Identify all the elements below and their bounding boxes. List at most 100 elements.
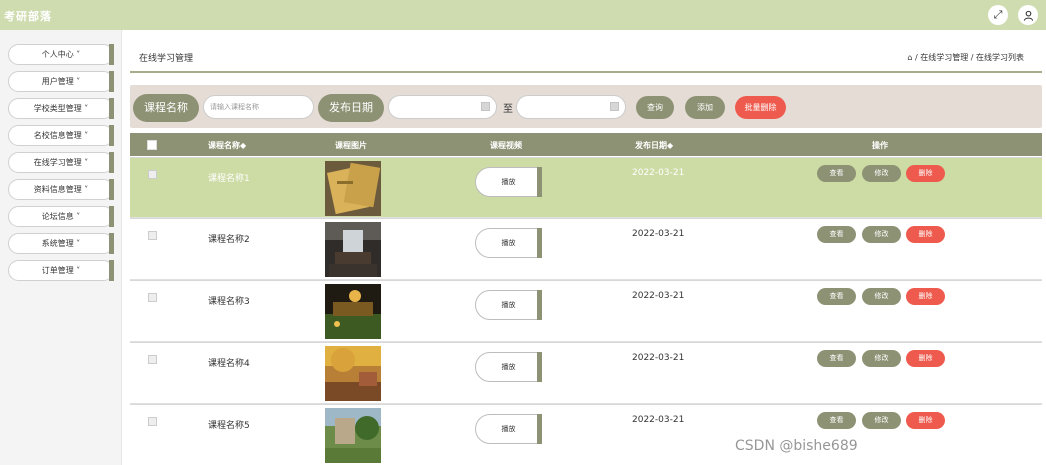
- edit-button[interactable]: 修改: [862, 412, 901, 429]
- sidebar-item-school-types[interactable]: 学校类型管理 ˅: [8, 98, 114, 119]
- course-name: 课程名称5: [208, 421, 250, 431]
- row-checkbox[interactable]: [148, 231, 157, 240]
- play-button-accent: [537, 167, 542, 197]
- row-checkbox[interactable]: [148, 355, 157, 364]
- sidebar-item-accent: [109, 206, 114, 227]
- sidebar-item-accent: [109, 260, 114, 281]
- sidebar-item-label: 在线学习管理 ˅: [33, 158, 89, 167]
- view-button[interactable]: 查看: [817, 165, 856, 182]
- view-button[interactable]: 查看: [817, 226, 856, 243]
- view-button[interactable]: 查看: [817, 412, 856, 429]
- sidebar-item-orders[interactable]: 订单管理 ˅: [8, 260, 114, 281]
- sidebar-item-label: 订单管理 ˅: [41, 266, 81, 275]
- play-button[interactable]: 播放: [475, 228, 542, 258]
- row-checkbox[interactable]: [148, 170, 157, 179]
- course-image: [325, 408, 381, 463]
- row-checkbox[interactable]: [148, 293, 157, 302]
- table-row[interactable]: 课程名称3 播放 2022-03-21 查看 修改 删除: [130, 280, 1042, 342]
- row-checkbox[interactable]: [148, 417, 157, 426]
- add-button[interactable]: 添加: [685, 96, 725, 119]
- select-all-checkbox[interactable]: [147, 140, 157, 150]
- course-name: 课程名称1: [208, 174, 250, 184]
- sidebar-item-forum[interactable]: 论坛信息 ˅: [8, 206, 114, 227]
- view-button[interactable]: 查看: [817, 288, 856, 305]
- table-row[interactable]: 课程名称5 播放 2022-03-21 查看 修改 删除: [130, 404, 1042, 465]
- publish-date: 2022-03-21: [632, 229, 685, 239]
- sidebar: 个人中心 ˅ 用户管理 ˅ 学校类型管理 ˅ 名校信息管理 ˅ 在线学习管理 ˅…: [0, 30, 122, 465]
- course-image: [325, 346, 381, 401]
- column-header-image: 课程图片: [335, 141, 367, 150]
- start-date-input[interactable]: [388, 95, 497, 119]
- edit-button[interactable]: 修改: [862, 165, 901, 182]
- view-button[interactable]: 查看: [817, 350, 856, 367]
- page-title: 在线学习管理: [139, 54, 194, 64]
- delete-button[interactable]: 删除: [906, 165, 945, 182]
- column-header-date[interactable]: 发布日期◆: [635, 140, 673, 151]
- play-button-accent: [537, 352, 542, 382]
- publish-date: 2022-03-21: [632, 415, 685, 425]
- course-name: 课程名称3: [208, 297, 250, 307]
- play-label: 播放: [501, 178, 516, 186]
- sidebar-item-accent: [109, 71, 114, 92]
- publish-date: 2022-03-21: [632, 353, 685, 363]
- course-image: [325, 222, 381, 277]
- course-name-label: 课程名称: [133, 94, 199, 122]
- sidebar-item-accent: [109, 233, 114, 254]
- batch-delete-button[interactable]: 批量删除: [735, 96, 786, 119]
- course-name: 课程名称4: [208, 359, 250, 369]
- page-header: 在线学习管理 ⌂ / 在线学习管理 / 在线学习列表: [130, 40, 1042, 73]
- play-button[interactable]: 播放: [475, 352, 542, 382]
- edit-button[interactable]: 修改: [862, 350, 901, 367]
- play-button-accent: [537, 290, 542, 320]
- play-label: 播放: [501, 425, 516, 433]
- sidebar-item-famous-schools[interactable]: 名校信息管理 ˅: [8, 125, 114, 146]
- publish-date: 2022-03-21: [632, 291, 685, 301]
- table-header: 课程名称◆ 课程图片 课程视频 发布日期◆ 操作: [130, 133, 1042, 156]
- course-image: [325, 161, 381, 216]
- table-row[interactable]: 课程名称4 播放 2022-03-21 查看 修改 删除: [130, 342, 1042, 404]
- delete-button[interactable]: 删除: [906, 226, 945, 243]
- table-row[interactable]: 课程名称1 播放 2022-03-21 查看 修改 删除: [130, 157, 1042, 218]
- end-date-input[interactable]: [516, 95, 626, 119]
- sidebar-item-label: 资料信息管理 ˅: [33, 185, 89, 194]
- sidebar-item-personal-center[interactable]: 个人中心 ˅: [8, 44, 114, 65]
- course-image: [325, 284, 381, 339]
- sidebar-item-online-learning[interactable]: 在线学习管理 ˅: [8, 152, 114, 173]
- sidebar-item-label: 用户管理 ˅: [41, 77, 81, 86]
- top-bar: 考研部落 ⤢: [0, 0, 1046, 30]
- play-label: 播放: [501, 239, 516, 247]
- sidebar-item-label: 个人中心 ˅: [41, 50, 81, 59]
- sidebar-item-label: 名校信息管理 ˅: [33, 131, 89, 140]
- app-title: 考研部落: [4, 10, 52, 23]
- edit-button[interactable]: 修改: [862, 226, 901, 243]
- sidebar-item-materials[interactable]: 资料信息管理 ˅: [8, 179, 114, 200]
- edit-button[interactable]: 修改: [862, 288, 901, 305]
- watermark: CSDN @bishe689: [735, 438, 858, 454]
- sidebar-item-system[interactable]: 系统管理 ˅: [8, 233, 114, 254]
- course-name: 课程名称2: [208, 235, 250, 245]
- sidebar-item-accent: [109, 125, 114, 146]
- sidebar-item-accent: [109, 152, 114, 173]
- sidebar-item-accent: [109, 44, 114, 65]
- table-row[interactable]: 课程名称2 播放 2022-03-21 查看 修改 删除: [130, 218, 1042, 280]
- play-button[interactable]: 播放: [475, 414, 542, 444]
- breadcrumb[interactable]: ⌂ / 在线学习管理 / 在线学习列表: [907, 52, 1024, 63]
- fullscreen-icon[interactable]: ⤢: [988, 5, 1008, 25]
- query-button[interactable]: 查询: [636, 96, 674, 119]
- delete-button[interactable]: 删除: [906, 412, 945, 429]
- sidebar-item-users[interactable]: 用户管理 ˅: [8, 71, 114, 92]
- play-label: 播放: [501, 363, 516, 371]
- course-name-input[interactable]: 请输入课程名称: [203, 95, 314, 119]
- play-button-accent: [537, 414, 542, 444]
- play-button[interactable]: 播放: [475, 167, 542, 197]
- user-icon[interactable]: [1018, 5, 1038, 25]
- column-header-video: 课程视频: [490, 141, 522, 150]
- calendar-icon: [610, 102, 619, 111]
- column-header-actions: 操作: [872, 141, 888, 150]
- delete-button[interactable]: 删除: [906, 288, 945, 305]
- play-button[interactable]: 播放: [475, 290, 542, 320]
- column-header-name[interactable]: 课程名称◆: [208, 140, 246, 151]
- sidebar-item-accent: [109, 98, 114, 119]
- delete-button[interactable]: 删除: [906, 350, 945, 367]
- calendar-icon: [481, 102, 490, 111]
